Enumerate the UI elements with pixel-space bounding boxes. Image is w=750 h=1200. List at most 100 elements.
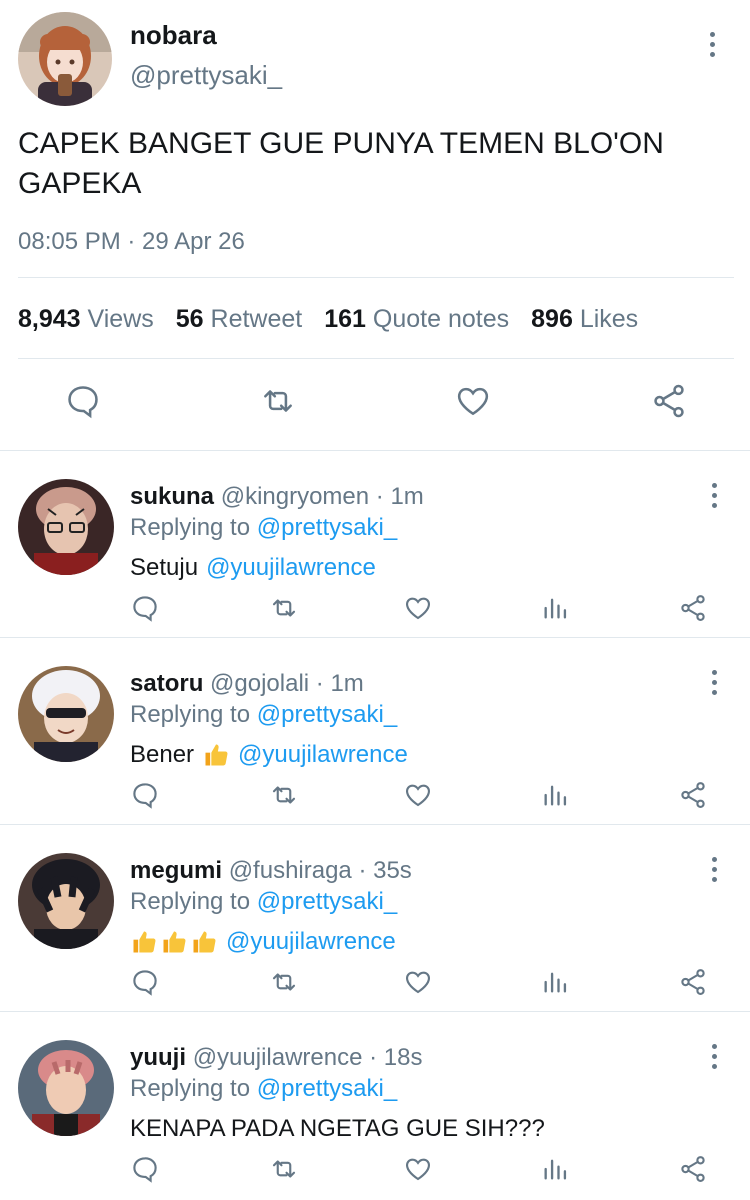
reply-text-content: KENAPA PADA NGETAG GUE SIH??? (130, 1115, 545, 1142)
stat-retweets[interactable]: 56 Retweet (176, 305, 302, 334)
reply-author-handle[interactable]: @yuujilawrence (193, 1044, 363, 1071)
reply-text: Setuju @yuujilawrence (130, 554, 376, 582)
analytics-icon[interactable] (541, 593, 569, 623)
reply-item[interactable]: satoru @gojolali · 1m Replying to @prett… (0, 638, 750, 825)
reply-icon[interactable] (130, 1154, 160, 1184)
replying-to-link[interactable]: @prettysaki_ (257, 1075, 397, 1102)
reply-time: · 18s (369, 1044, 423, 1071)
replying-label: Replying to (130, 1075, 251, 1102)
retweet-count: 56 (175, 305, 204, 333)
reply-author-name[interactable]: sukuna (130, 483, 214, 510)
reply-text: KENAPA PADA NGETAG GUE SIH??? (130, 1115, 545, 1143)
more-options-icon[interactable] (710, 1044, 718, 1069)
retweet-label: Retweet (210, 305, 303, 333)
reply-author-name[interactable]: yuuji (130, 1044, 186, 1071)
divider (18, 277, 734, 278)
more-options-icon[interactable] (710, 670, 718, 695)
replying-to-link[interactable]: @prettysaki_ (257, 701, 397, 728)
analytics-icon[interactable] (541, 967, 569, 997)
reply-header: megumi @fushiraga · 35s (130, 857, 412, 885)
share-icon[interactable] (650, 382, 688, 420)
retweet-icon[interactable] (258, 382, 298, 420)
replying-to: Replying to @prettysaki_ (130, 1075, 397, 1103)
tweet-text: CAPEK BANGET GUE PUNYA TEMEN BLO'ON GAPE… (18, 127, 664, 200)
mention-link[interactable]: @yuujilawrence (238, 741, 408, 769)
like-icon[interactable] (403, 593, 433, 623)
stat-quotes[interactable]: 161 Quote notes (324, 305, 509, 334)
avatar-nobara[interactable] (18, 12, 112, 106)
reply-item[interactable]: yuuji @yuujilawrence · 18s Replying to @… (0, 1012, 750, 1198)
reply-icon[interactable] (130, 593, 160, 623)
tweet-actions (0, 378, 750, 430)
reply-header: sukuna @kingryomen · 1m (130, 483, 424, 511)
likes-label: Likes (579, 305, 639, 333)
quote-count: 161 (324, 305, 366, 333)
share-icon[interactable] (678, 780, 708, 810)
stat-views[interactable]: 8,943 Views (18, 305, 154, 334)
share-icon[interactable] (678, 1154, 708, 1184)
avatar-sukuna[interactable] (18, 479, 114, 575)
analytics-icon[interactable] (541, 1154, 569, 1184)
reply-author-handle[interactable]: @fushiraga (229, 857, 352, 884)
author-name[interactable]: nobara (130, 20, 217, 51)
replying-to-link[interactable]: @prettysaki_ (257, 888, 397, 915)
avatar-yuuji[interactable] (18, 1040, 114, 1136)
reply-author-handle[interactable]: @kingryomen (221, 483, 369, 510)
reply-icon[interactable] (130, 780, 160, 810)
views-count: 8,943 (18, 305, 81, 333)
divider (18, 358, 734, 359)
more-options-icon[interactable] (710, 857, 718, 882)
replying-to: Replying to @prettysaki_ (130, 701, 397, 729)
reply-author-name[interactable]: satoru (130, 670, 203, 697)
analytics-icon[interactable] (541, 780, 569, 810)
reply-actions (0, 967, 750, 1003)
likes-count: 896 (531, 305, 573, 333)
stat-likes[interactable]: 896 Likes (531, 305, 638, 334)
more-options-icon[interactable] (710, 483, 718, 508)
reply-time: · 35s (358, 857, 412, 884)
reply-actions (0, 1154, 750, 1190)
reply-text: @yuujilawrence (130, 928, 396, 956)
reply-item[interactable]: megumi @fushiraga · 35s Replying to @pre… (0, 825, 750, 1012)
like-icon[interactable] (403, 780, 433, 810)
replying-to: Replying to @prettysaki_ (130, 514, 397, 542)
replying-label: Replying to (130, 701, 251, 728)
tweet-timestamp[interactable]: 08:05 PM · 29 Apr 26 (18, 228, 245, 256)
reply-text-content: Bener (130, 741, 195, 768)
quote-label: Quote notes (372, 305, 510, 333)
reply-time: · 1m (375, 483, 424, 510)
reply-icon[interactable] (130, 967, 160, 997)
like-icon[interactable] (403, 1154, 433, 1184)
reply-author-name[interactable]: megumi (130, 857, 222, 884)
replying-to-link[interactable]: @prettysaki_ (257, 514, 397, 541)
thumbs-up-emoji (130, 928, 218, 956)
more-options-icon[interactable] (708, 32, 716, 57)
reply-icon[interactable] (64, 382, 102, 420)
retweet-icon[interactable] (268, 593, 300, 623)
mention-link[interactable]: @yuujilawrence (206, 554, 376, 582)
retweet-icon[interactable] (268, 780, 300, 810)
reply-text-content: Setuju (130, 554, 199, 581)
share-icon[interactable] (678, 593, 708, 623)
author-handle[interactable]: @prettysaki_ (130, 60, 282, 91)
replying-to: Replying to @prettysaki_ (130, 888, 397, 916)
reply-actions (0, 780, 750, 816)
retweet-icon[interactable] (268, 967, 300, 997)
replying-label: Replying to (130, 514, 251, 541)
reply-text: Bener @yuujilawrence (130, 741, 408, 769)
avatar-megumi[interactable] (18, 853, 114, 949)
reply-author-handle[interactable]: @gojolali (210, 670, 309, 697)
like-icon[interactable] (403, 967, 433, 997)
main-tweet: nobara @prettysaki_ CAPEK BANGET GUE PUN… (0, 0, 750, 451)
avatar-satoru[interactable] (18, 666, 114, 762)
thumbs-up-emoji (202, 741, 230, 769)
mention-link[interactable]: @yuujilawrence (226, 928, 396, 956)
reply-header: satoru @gojolali · 1m (130, 670, 364, 698)
reply-time: · 1m (315, 670, 364, 697)
like-icon[interactable] (454, 382, 492, 420)
views-label: Views (87, 305, 154, 333)
retweet-icon[interactable] (268, 1154, 300, 1184)
reply-actions (0, 593, 750, 629)
share-icon[interactable] (678, 967, 708, 997)
reply-item[interactable]: sukuna @kingryomen · 1m Replying to @pre… (0, 451, 750, 638)
